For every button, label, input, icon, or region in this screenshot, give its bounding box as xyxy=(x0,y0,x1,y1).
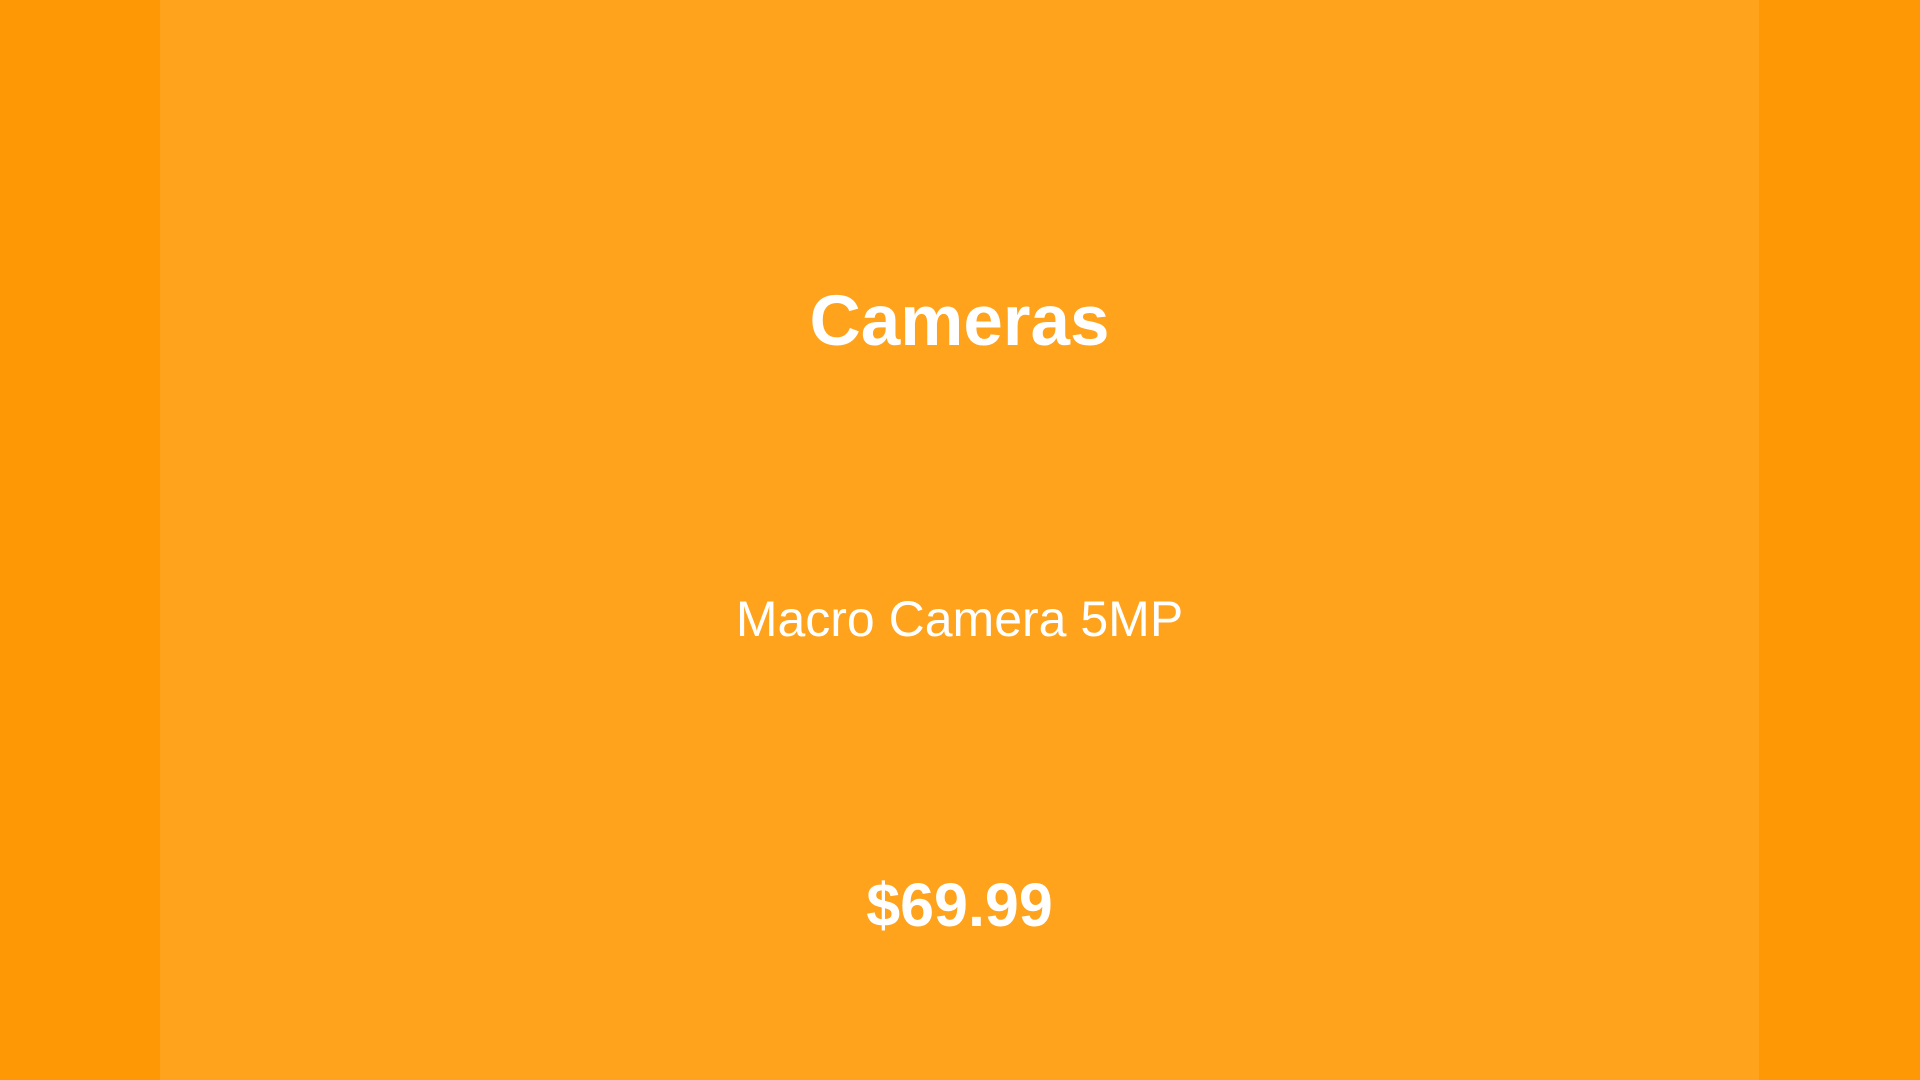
left-margin-band xyxy=(0,0,160,1080)
product-price: $69.99 xyxy=(866,871,1053,939)
category-title: Cameras xyxy=(809,282,1110,361)
product-name: Macro Camera 5MP xyxy=(735,591,1184,647)
right-margin-band xyxy=(1759,0,1920,1080)
product-card[interactable]: Cameras Macro Camera 5MP $69.99 xyxy=(160,0,1759,1080)
